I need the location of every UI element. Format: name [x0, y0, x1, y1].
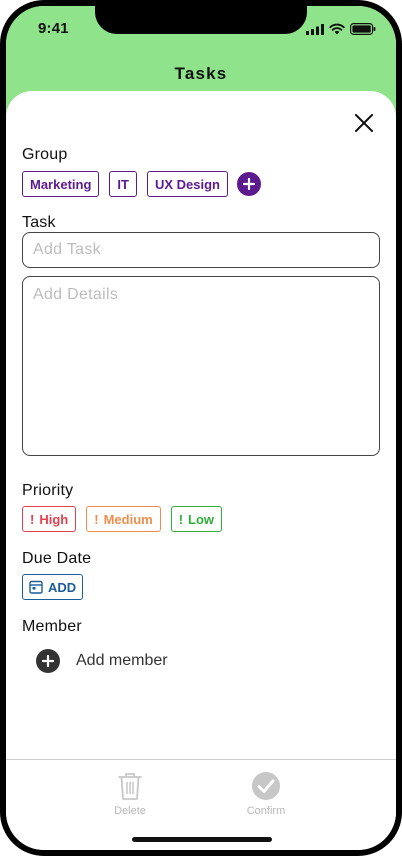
add-due-date-button[interactable]: ADD — [22, 574, 84, 600]
group-chip-marketing[interactable]: Marketing — [22, 171, 100, 197]
add-member-icon — [36, 649, 60, 673]
screen: 9:41 Tasks Group Marketing IT UX Design … — [6, 6, 396, 850]
due-date-label: Due Date — [22, 550, 92, 567]
check-circle-icon — [252, 772, 280, 800]
priority-medium-button[interactable]: ! Medium — [86, 506, 161, 532]
priority-low-button[interactable]: ! Low — [170, 506, 223, 532]
status-time: 9:41 — [38, 20, 69, 37]
add-member-text: Add member — [76, 652, 168, 669]
member-label: Member — [22, 618, 82, 635]
wifi-icon — [329, 23, 345, 35]
priority-high-button[interactable]: ! High — [22, 506, 77, 532]
priority-chip-row: ! High ! Medium ! Low — [22, 506, 223, 532]
priority-medium-mark: ! — [94, 511, 99, 527]
close-icon — [355, 114, 373, 132]
task-title-input[interactable] — [22, 232, 380, 268]
add-group-button[interactable] — [236, 172, 261, 196]
confirm-label: Confirm — [246, 805, 286, 817]
group-chip-it[interactable]: IT — [109, 171, 137, 197]
group-chip-row: Marketing IT UX Design — [22, 171, 261, 197]
add-due-date-text: ADD — [48, 579, 77, 595]
plus-icon — [242, 178, 255, 190]
notch — [95, 6, 307, 34]
priority-medium-text: Medium — [103, 511, 153, 527]
priority-low-mark: ! — [178, 511, 184, 527]
priority-low-text: Low — [188, 511, 215, 527]
task-label: Task — [22, 214, 56, 231]
calendar-icon — [29, 580, 43, 594]
page-title: Tasks — [174, 64, 228, 83]
close-button[interactable] — [350, 109, 378, 137]
bottom-divider — [6, 759, 396, 760]
signal-icon — [306, 23, 324, 35]
task-details-input[interactable] — [22, 276, 380, 456]
battery-icon — [350, 23, 376, 35]
group-label: Group — [22, 146, 68, 163]
confirm-button[interactable]: Confirm — [226, 771, 306, 817]
group-chip-ux-design[interactable]: UX Design — [146, 171, 228, 197]
priority-label: Priority — [22, 482, 74, 499]
priority-high-mark: ! — [30, 511, 35, 527]
status-icons — [306, 23, 376, 35]
task-sheet: Group Marketing IT UX Design Task Priori… — [6, 91, 396, 850]
home-indicator — [132, 837, 272, 842]
trash-icon — [118, 773, 142, 800]
delete-label: Delete — [114, 805, 146, 817]
add-member-button[interactable]: Add member — [36, 649, 168, 673]
plus-icon — [42, 655, 54, 667]
phone-frame: 9:41 Tasks Group Marketing IT UX Design … — [0, 0, 402, 856]
priority-high-text: High — [39, 511, 69, 527]
delete-button[interactable]: Delete — [90, 771, 170, 817]
